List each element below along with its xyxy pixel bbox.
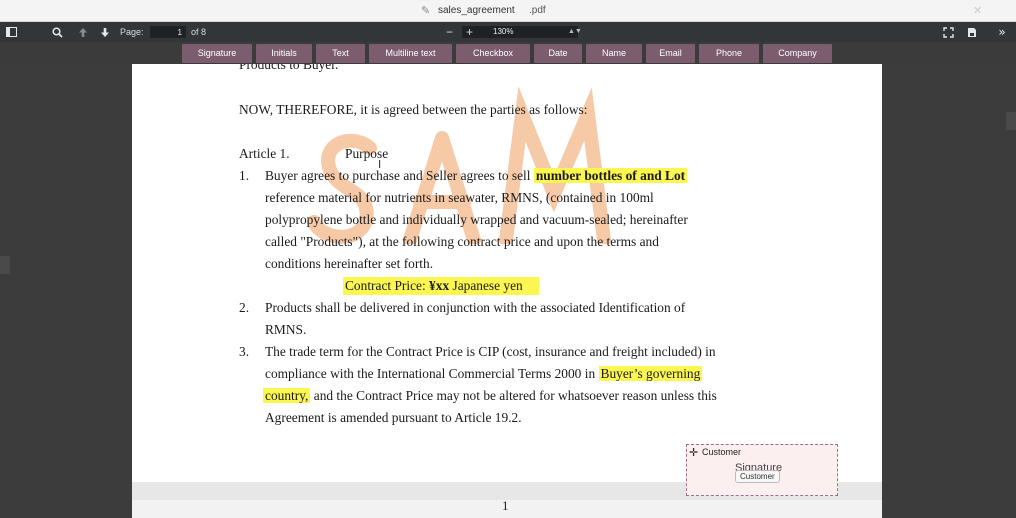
document-filename[interactable]: sales_agreement — [438, 5, 515, 16]
field-phone-button[interactable]: Phone — [699, 44, 759, 63]
item2-line1: Products shall be delivered in conjuncti… — [265, 300, 686, 315]
viewer-left-margin — [0, 64, 132, 518]
zoom-in-button[interactable]: + — [466, 22, 473, 42]
doc-line-top: Products to Buyer. — [239, 64, 339, 72]
zoom-select[interactable] — [462, 26, 578, 38]
viewer-toolbar: Page: of 8 − + 130% ▲▼ » — [0, 22, 1016, 42]
doc-therefore: NOW, THEREFORE, it is agreed between the… — [239, 102, 588, 117]
field-name-button[interactable]: Name — [586, 44, 642, 63]
item1-line5: conditions hereinafter set forth. — [265, 256, 434, 271]
field-signature-button[interactable]: Signature — [182, 44, 252, 63]
page-label: Page: — [120, 27, 144, 37]
page-number-input[interactable] — [150, 26, 186, 38]
sidebar-icon[interactable] — [4, 22, 18, 42]
save-icon[interactable] — [965, 22, 979, 42]
right-panel-handle[interactable] — [1006, 112, 1016, 130]
item2-number: 2. — [239, 300, 250, 315]
item1-line4: called "Products"), at the following con… — [265, 234, 659, 249]
move-icon[interactable]: ✛ — [689, 446, 698, 459]
signer-chip[interactable]: Customer — [735, 470, 780, 483]
field-date-button[interactable]: Date — [534, 44, 582, 63]
more-icon[interactable]: » — [994, 22, 1010, 42]
item1-line3: polypropylene bottle and individually wr… — [265, 212, 688, 227]
field-initials-button[interactable]: Initials — [256, 44, 312, 63]
field-checkbox-button[interactable]: Checkbox — [456, 44, 530, 63]
article-number: Article 1. — [239, 146, 290, 161]
item1-highlight[interactable]: number bottles of and Lot — [533, 168, 688, 183]
contract-price-highlight[interactable]: Contract Price: ¥xx Japanese yen — [343, 277, 539, 295]
document-page[interactable]: Products to Buyer. NOW, THEREFORE, it is… — [132, 64, 882, 518]
arrow-up-icon[interactable] — [76, 22, 90, 42]
search-icon[interactable] — [50, 22, 64, 42]
chevron-updown-icon[interactable]: ▲▼ — [568, 22, 582, 42]
field-email-button[interactable]: Email — [646, 44, 695, 63]
item3-highlight-1[interactable]: Buyer’s governing — [598, 366, 703, 381]
field-multiline-text-button[interactable]: Multiline text — [369, 44, 452, 63]
document-extension: .pdf — [529, 5, 546, 16]
item1-line1: Buyer agrees to purchase and Seller agre… — [265, 168, 688, 183]
field-text-button[interactable]: Text — [316, 44, 365, 63]
item1-line2: reference material for nutrients in seaw… — [265, 190, 654, 205]
item3-highlight-2[interactable]: country, — [263, 388, 311, 403]
item3-line3: country, and the Contract Price may not … — [263, 388, 717, 403]
zoom-out-button[interactable]: − — [446, 22, 453, 42]
zoom-value[interactable]: 130% — [493, 22, 513, 42]
item3-number: 3. — [239, 344, 250, 359]
fit-icon[interactable] — [941, 22, 955, 42]
title-bar: ✎ sales_agreement .pdf ✕ — [0, 0, 1016, 22]
item2-line2: RMNS. — [265, 322, 307, 337]
article-title: Purpose — [345, 146, 389, 161]
item1-number: 1. — [239, 168, 250, 183]
page-total: of 8 — [191, 27, 207, 37]
item3-line4: Agreement is amended pursuant to Article… — [265, 410, 522, 425]
field-company-button[interactable]: Company — [763, 44, 832, 63]
item3-line2: compliance with the International Commer… — [265, 366, 703, 381]
pencil-icon[interactable]: ✎ — [421, 4, 430, 17]
signature-field-role: Customer — [702, 447, 742, 457]
viewer-right-margin — [882, 64, 1016, 518]
left-panel-handle[interactable] — [0, 256, 10, 274]
arrow-down-icon[interactable] — [98, 22, 112, 42]
signature-field[interactable]: ✛ Customer Signature Customer — [686, 444, 838, 496]
item3-line1: The trade term for the Contract Price is… — [265, 344, 716, 359]
page-number: 1 — [502, 498, 509, 513]
close-icon[interactable]: ✕ — [973, 4, 982, 17]
